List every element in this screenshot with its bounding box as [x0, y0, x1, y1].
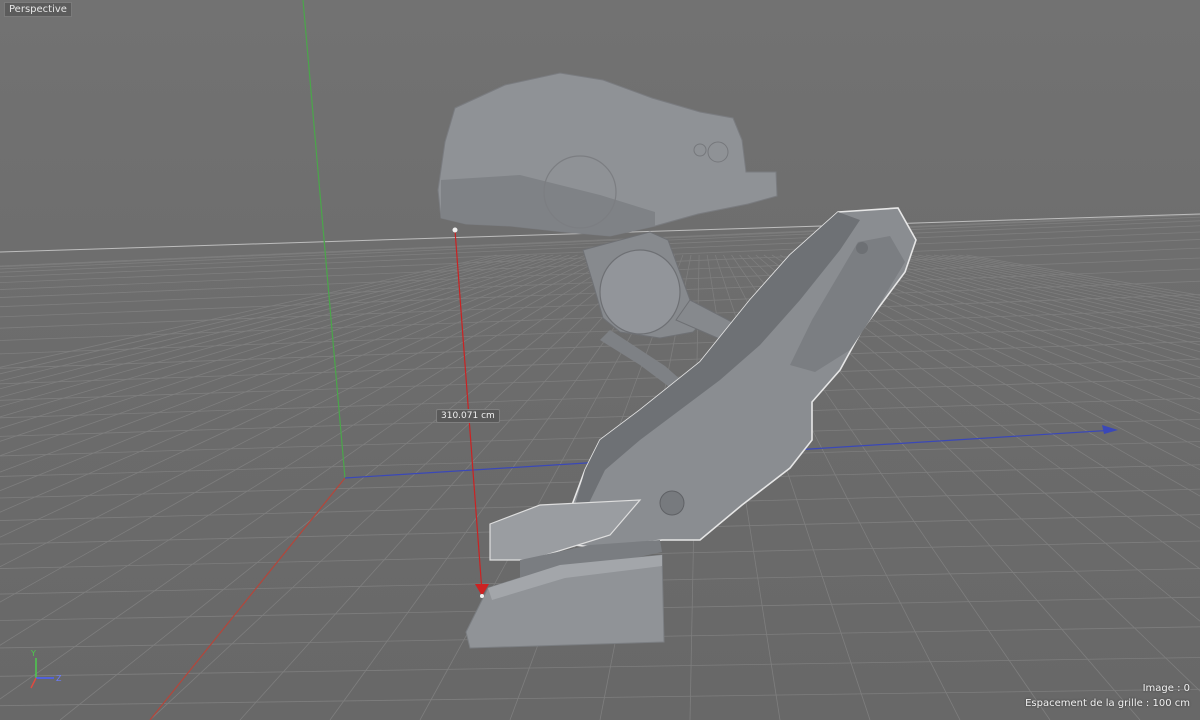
- track-arm-bolt: [856, 242, 868, 254]
- grid-line: [0, 377, 1200, 419]
- measure-distance-label: 310.071 cm: [436, 409, 500, 423]
- 3d-viewport[interactable]: Y Z Perspective 310.071 cm Image : 0 Esp…: [0, 0, 1200, 720]
- grid-line: [942, 254, 1200, 305]
- world-y-axis: [302, 0, 346, 479]
- grid-line: [909, 254, 1200, 320]
- gizmo-x-axis: [30, 677, 37, 689]
- grid-line: [852, 254, 1200, 360]
- gizmo-y-label: Y: [30, 649, 36, 658]
- grid-line: [0, 657, 1200, 677]
- measure-end-point: [480, 594, 484, 598]
- grid-line: [149, 254, 651, 720]
- grid-line: [812, 254, 1200, 414]
- grid-line: [877, 254, 1200, 340]
- grid-line: [925, 254, 1200, 312]
- grid-line: [0, 397, 1200, 437]
- grid-line: [950, 254, 1200, 302]
- grid-line: [885, 254, 1200, 334]
- grid-line: [860, 254, 1200, 353]
- grid-line: [0, 254, 513, 382]
- viewport-scene[interactable]: Y Z: [0, 0, 1200, 720]
- grid-line: [828, 254, 1200, 389]
- neck-cylinder: [599, 249, 681, 335]
- frame-indicator: Image : 0: [1142, 683, 1190, 694]
- grid-spacing-indicator: Espacement de la grille : 100 cm: [1025, 698, 1190, 709]
- grid-line: [958, 254, 1200, 299]
- grid-line: [933, 254, 1200, 308]
- gizmo-z-label: Z: [56, 674, 62, 683]
- viewport-name-label[interactable]: Perspective: [4, 2, 72, 17]
- axis-gizmo: Y Z: [30, 649, 62, 689]
- grid-line: [0, 358, 1200, 401]
- track-arm-wheel: [659, 490, 685, 516]
- grid-line: [820, 254, 1200, 401]
- z-axis-arrowhead: [1102, 425, 1118, 434]
- grid-line: [869, 254, 1200, 346]
- grid-line: [901, 254, 1200, 324]
- measure-start-point: [452, 227, 458, 233]
